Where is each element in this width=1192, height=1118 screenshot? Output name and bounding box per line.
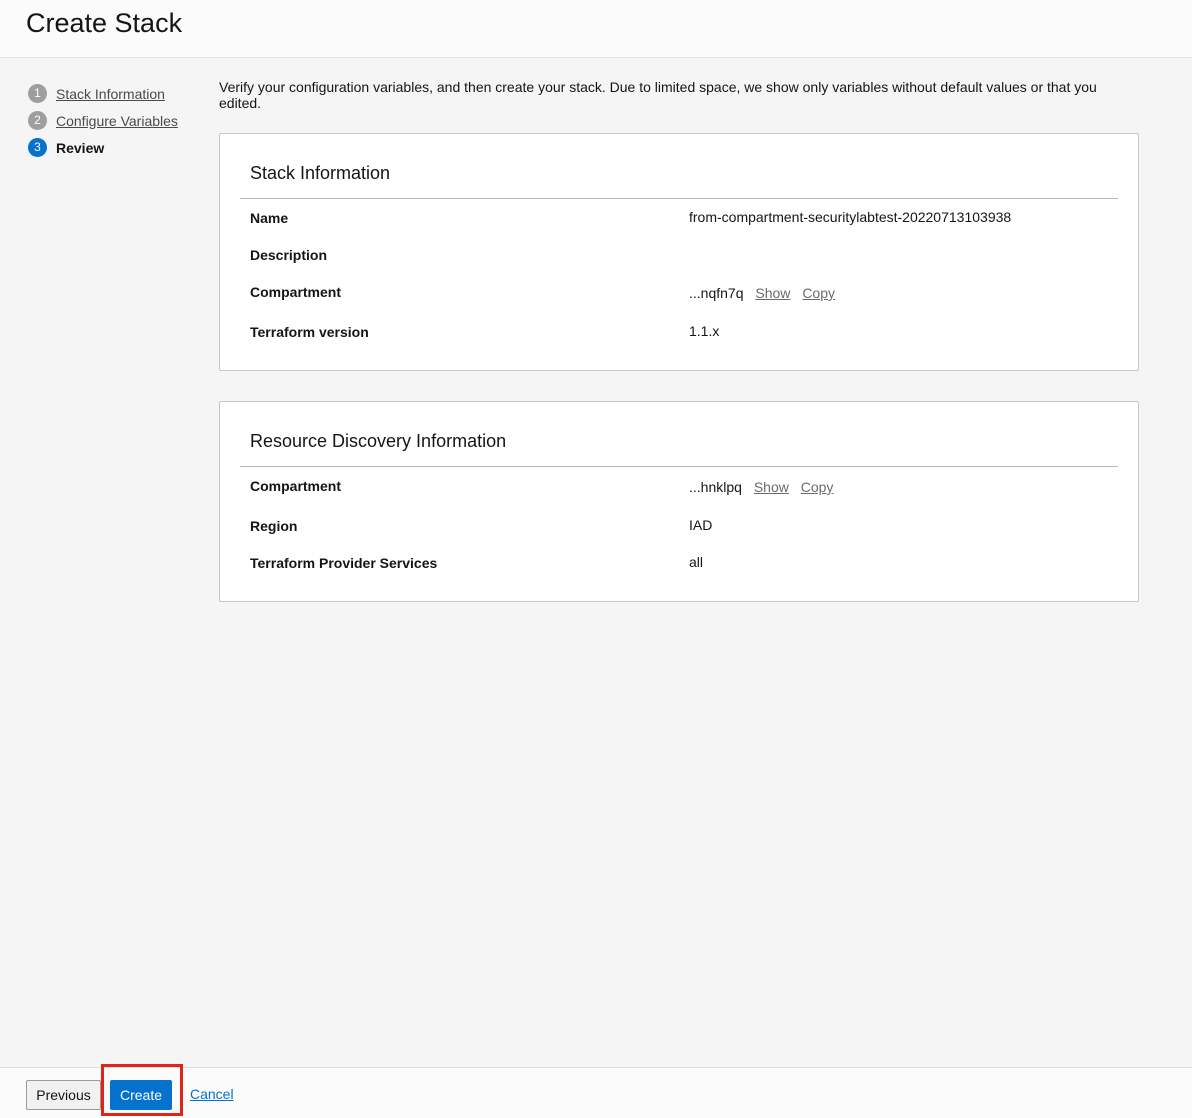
card-title: Stack Information bbox=[250, 163, 391, 183]
region-value: IAD bbox=[689, 517, 713, 533]
card-title: Resource Discovery Information bbox=[250, 431, 507, 451]
review-instructions: Verify your configuration variables, and… bbox=[219, 79, 1097, 111]
page-title: Create Stack bbox=[26, 8, 183, 38]
footer-bar: Previous Create Cancel bbox=[0, 1064, 1192, 1118]
resource-discovery-card: Resource Discovery Information Compartme… bbox=[219, 401, 1139, 602]
step-link-stack-information[interactable]: Stack Information bbox=[56, 86, 165, 102]
terraform-version-label: Terraform version bbox=[250, 324, 369, 340]
region-label: Region bbox=[250, 518, 298, 534]
compartment-ocid: ...hnklpq bbox=[689, 479, 742, 495]
compartment-value: ...hnklpq Show Copy bbox=[689, 479, 833, 495]
previous-button[interactable]: Previous bbox=[26, 1080, 101, 1110]
step-review: 3 Review bbox=[28, 134, 178, 161]
step-number-2: 2 bbox=[28, 111, 47, 130]
name-value: from-compartment-securitylabtest-2022071… bbox=[689, 209, 1012, 225]
create-button[interactable]: Create bbox=[110, 1080, 172, 1110]
divider bbox=[240, 466, 1118, 467]
provider-services-value: all bbox=[689, 554, 704, 570]
compartment-value: ...nqfn7q Show Copy bbox=[689, 285, 835, 301]
compartment-ocid: ...nqfn7q bbox=[689, 285, 744, 301]
compartment-label: Compartment bbox=[250, 478, 342, 494]
description-label: Description bbox=[250, 247, 328, 263]
copy-link[interactable]: Copy bbox=[802, 285, 835, 301]
terraform-version-value: 1.1.x bbox=[689, 323, 720, 339]
page-header: Create Stack bbox=[0, 0, 1192, 58]
name-label: Name bbox=[250, 210, 289, 226]
step-link-configure-variables[interactable]: Configure Variables bbox=[56, 113, 178, 129]
step-label-review: Review bbox=[56, 139, 105, 156]
provider-services-label: Terraform Provider Services bbox=[250, 555, 438, 571]
stack-information-card: Stack Information Name from-compartment-… bbox=[219, 133, 1139, 371]
wizard-steps: 1 Stack Information 2 Configure Variable… bbox=[28, 80, 178, 161]
step-number-1: 1 bbox=[28, 84, 47, 103]
step-configure-variables[interactable]: 2 Configure Variables bbox=[28, 107, 178, 134]
show-link[interactable]: Show bbox=[754, 479, 789, 495]
copy-link[interactable]: Copy bbox=[801, 479, 834, 495]
divider bbox=[240, 198, 1118, 199]
step-stack-information[interactable]: 1 Stack Information bbox=[28, 80, 178, 107]
compartment-label: Compartment bbox=[250, 284, 342, 300]
show-link[interactable]: Show bbox=[755, 285, 790, 301]
step-number-3: 3 bbox=[28, 138, 47, 157]
cancel-link[interactable]: Cancel bbox=[190, 1086, 234, 1102]
